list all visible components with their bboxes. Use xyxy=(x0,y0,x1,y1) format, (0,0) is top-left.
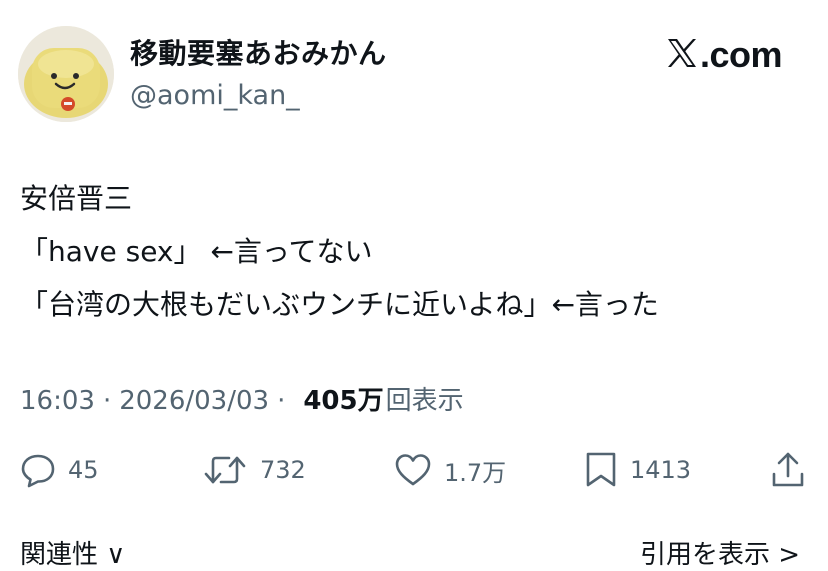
bookmark-count: 1413 xyxy=(630,456,692,484)
avatar[interactable] xyxy=(18,26,114,122)
avatar-image xyxy=(18,26,114,122)
reply-icon xyxy=(20,452,56,488)
x-brand: .com xyxy=(666,34,783,76)
brand-domain-text: .com xyxy=(699,34,783,75)
reply-count: 45 xyxy=(68,456,99,484)
meta-separator: · xyxy=(277,386,286,416)
display-name[interactable]: 移動要塞あおみかん xyxy=(130,32,387,72)
bookmark-button[interactable]: 1413 xyxy=(584,448,691,492)
tweet-time[interactable]: 16:03 xyxy=(20,386,95,416)
tweet-date[interactable]: 2026/03/03 xyxy=(119,386,269,416)
heart-icon xyxy=(394,453,432,487)
repost-icon xyxy=(202,452,248,488)
x-logo-icon xyxy=(666,38,698,72)
share-button[interactable] xyxy=(770,448,806,492)
bookmark-icon xyxy=(584,451,618,489)
view-label: 回表示 xyxy=(385,386,464,416)
share-icon xyxy=(770,450,806,490)
user-handle[interactable]: @aomi_kan_ xyxy=(130,80,300,111)
like-button[interactable]: 1.7万 xyxy=(394,448,506,492)
tweet-text: 安倍晋三 「have sex」 ←言ってない 「台湾の大根もだいぶウンチに近いよ… xyxy=(20,172,659,331)
meta-separator: · xyxy=(102,386,112,416)
repost-button[interactable]: 732 xyxy=(202,448,306,492)
repost-count: 732 xyxy=(260,456,306,484)
sort-relevance-toggle[interactable]: 関連性 ∨ xyxy=(20,534,125,571)
action-bar: 45 732 1.7万 1413 xyxy=(0,448,828,492)
view-quotes-link[interactable]: 引用を表示 > xyxy=(640,534,800,571)
tweet-line: 安倍晋三 xyxy=(20,182,133,215)
reply-button[interactable]: 45 xyxy=(20,448,99,492)
like-count: 1.7万 xyxy=(444,458,507,487)
tweet-meta: 16:03 · 2026/03/03 · 405万 回表示 xyxy=(20,380,464,417)
tweet-line: 「have sex」 ←言ってない xyxy=(20,235,373,268)
view-count[interactable]: 405万 xyxy=(303,380,383,417)
tweet-line: 「台湾の大根もだいぶウンチに近いよね」←言った xyxy=(20,288,659,321)
